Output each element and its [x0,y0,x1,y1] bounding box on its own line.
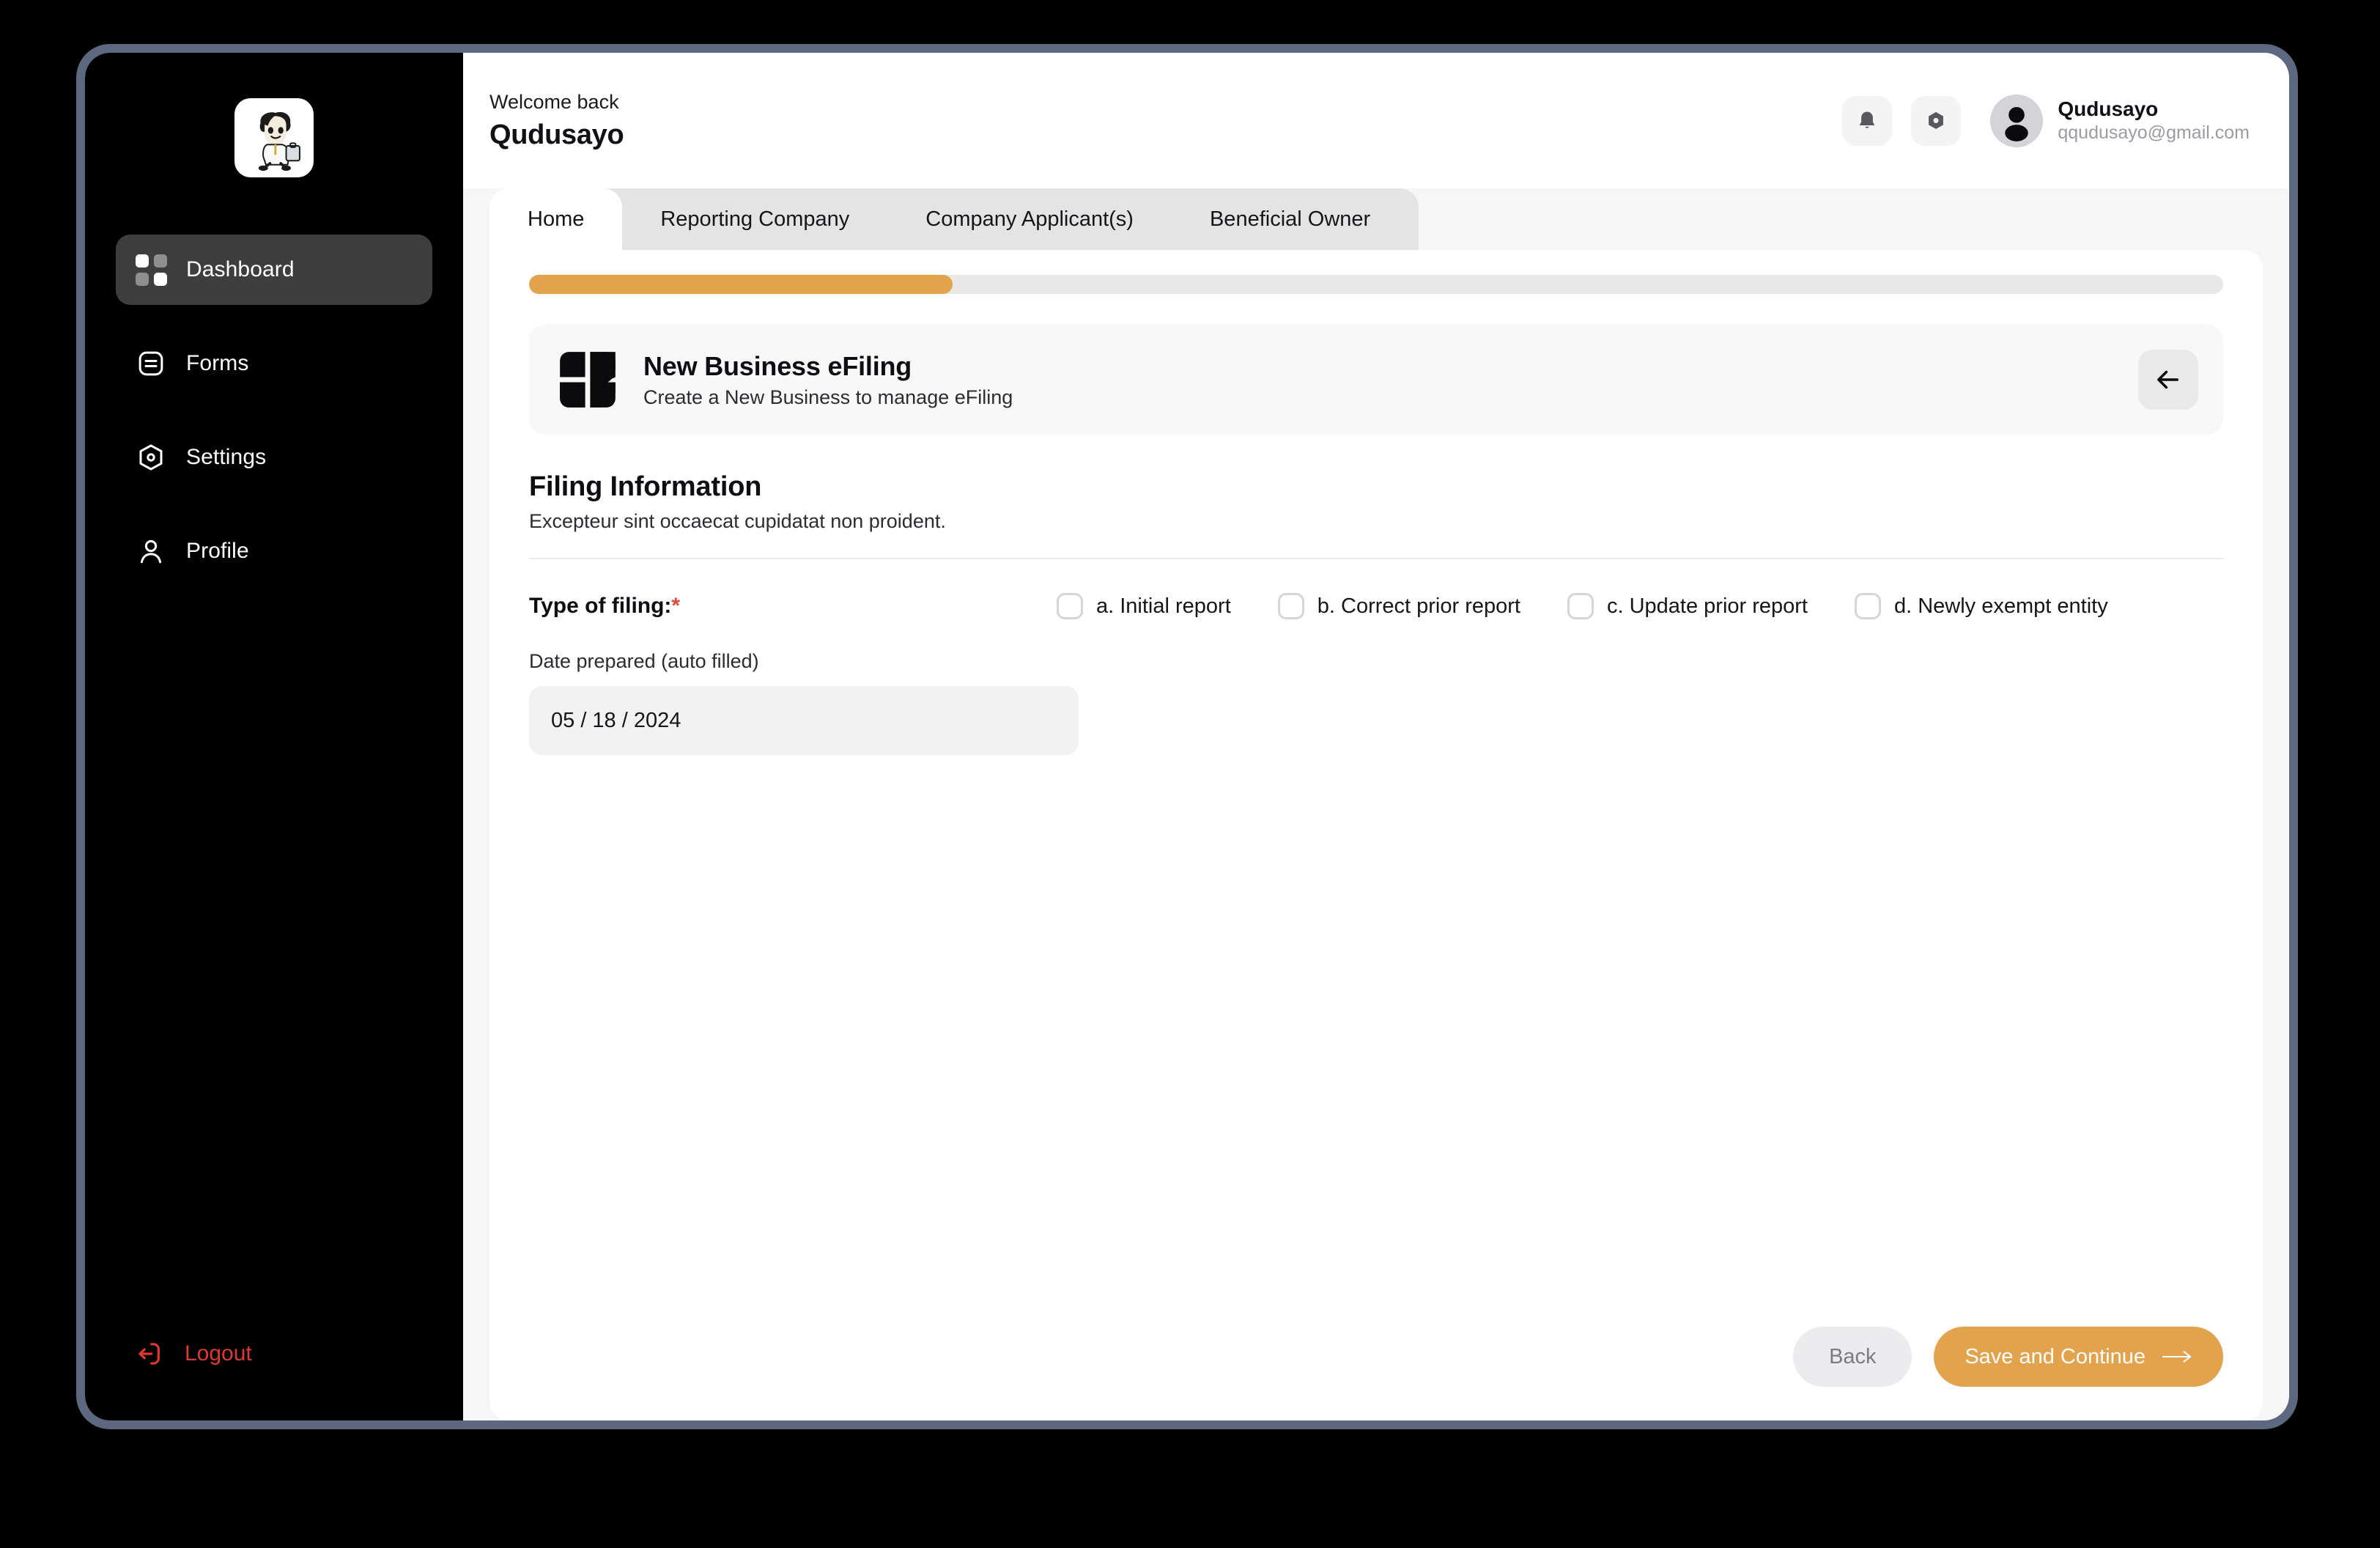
notifications-button[interactable] [1842,95,1893,146]
welcome-label: Welcome back [489,90,619,113]
card-actions: Back Save and Continue [529,1327,2223,1387]
avatar [1990,94,2044,147]
tab-home-label: Home [528,207,585,231]
checkbox-box[interactable] [1057,593,1083,619]
tab-reporting-company[interactable]: Reporting Company [622,188,887,250]
account-name: Qudusayo [2058,97,2159,121]
filing-type-options: a. Initial report b. Correct prior repor… [1057,593,2223,619]
banner-subtitle: Create a New Business to manage eFiling [643,386,1013,408]
main-area: Welcome back Qudusayo Qudusayo qqudusayo… [463,53,2289,1420]
tab-company-applicants-label: Company Applicant(s) [925,207,1134,231]
checkbox-initial-report[interactable]: a. Initial report [1057,593,1231,619]
sidebar-item-profile[interactable]: Profile [116,516,432,586]
date-prepared-input[interactable]: 05 / 18 / 2024 [529,686,1079,755]
arrow-left-icon [2157,370,2178,389]
save-and-continue-button[interactable]: Save and Continue [1934,1327,2223,1387]
section-title: Filing Information [529,471,762,502]
user-avatar-icon [1990,94,2044,147]
checkbox-label: b. Correct prior report [1317,594,1520,618]
tab-reporting-company-label: Reporting Company [660,207,850,231]
person-icon [135,535,167,567]
filing-type-label: Type of filing:* [529,594,1057,619]
checkbox-label: c. Update prior report [1606,594,1808,618]
progress-bar-fill [529,275,953,294]
back-button[interactable]: Back [1793,1327,1912,1387]
date-prepared-value: 05 / 18 / 2024 [551,708,681,732]
tab-beneficial-owner[interactable]: Beneficial Owner [1172,188,1408,250]
required-asterisk: * [671,594,681,618]
grid-dashboard-icon [135,254,167,286]
sidebar-item-label-settings: Settings [186,445,267,469]
account-email: qqudusayo@gmail.com [2058,122,2250,144]
logout-label: Logout [185,1341,252,1365]
sidebar-item-forms[interactable]: Forms [116,328,432,399]
banner-title: New Business eFiling [643,350,912,381]
arrow-right-icon [2162,1351,2192,1363]
bell-icon [1860,111,1875,128]
topbar: Welcome back Qudusayo Qudusayo qqudusayo… [463,53,2289,188]
hexagon-gear-icon [1929,111,1944,129]
checkbox-box[interactable] [1567,593,1594,619]
logout-arrow-icon [138,1343,160,1365]
sidebar-item-label-profile: Profile [186,539,249,563]
sidebar-item-label-dashboard: Dashboard [186,257,295,281]
filing-type-label-text: Type of filing: [529,594,672,618]
save-and-continue-label: Save and Continue [1965,1344,2146,1368]
section-subtitle: Excepteur sint occaecat cupidatat non pr… [529,510,946,532]
checkbox-label: a. Initial report [1096,594,1231,618]
filing-type-row: Type of filing:* a. Initial report b. Co… [529,593,2223,619]
account-text: Qudusayo qqudusayo@gmail.com [2058,96,2250,144]
welcome-block: Welcome back Qudusayo [489,91,624,151]
tab-company-applicants[interactable]: Company Applicant(s) [887,188,1172,250]
tab-beneficial-owner-label: Beneficial Owner [1209,207,1371,231]
banner-back-button[interactable] [2138,350,2198,410]
checkbox-box[interactable] [1854,593,1881,619]
sidebar-nav: Dashboard Forms Settings Profile [85,235,463,610]
date-prepared-field: Date prepared (auto filled) 05 / 18 / 20… [529,650,2223,755]
filing-card: New Business eFiling Create a New Busine… [489,250,2263,1420]
checkbox-newly-exempt-entity[interactable]: d. Newly exempt entity [1854,593,2108,619]
progress-bar [529,275,2223,294]
section-header: Filing Information Excepteur sint occaec… [529,471,2223,533]
sidebar-item-dashboard[interactable]: Dashboard [116,235,432,305]
document-lines-icon [135,347,167,380]
hexagon-gear-icon [135,441,167,473]
date-prepared-label: Date prepared (auto filled) [529,650,759,672]
checkbox-box[interactable] [1277,593,1304,619]
account-menu[interactable]: Qudusayo qqudusayo@gmail.com [1990,94,2250,147]
settings-button[interactable] [1911,95,1962,146]
checkbox-correct-prior-report[interactable]: b. Correct prior report [1277,593,1520,619]
card-spacer [529,755,2223,1327]
divider [529,558,2223,559]
app-window: Dashboard Forms Settings Profile Logout … [85,53,2289,1420]
page-title: Qudusayo [489,119,624,150]
sidebar: Dashboard Forms Settings Profile Logout [85,53,463,1420]
banner-text: New Business eFiling Create a New Busine… [643,351,1013,409]
mascot-avatar-logo-icon [258,111,300,172]
topbar-actions: Qudusayo qqudusayo@gmail.com [1842,94,2250,147]
logout-button[interactable]: Logout [116,1338,271,1369]
sidebar-item-label-forms: Forms [186,351,249,375]
four-petal-logo-mark-icon [554,346,621,413]
tab-home[interactable]: Home [489,188,623,250]
efiling-banner: New Business eFiling Create a New Busine… [529,325,2223,435]
brand-logo [234,98,314,177]
sidebar-item-settings[interactable]: Settings [116,422,432,493]
checkbox-update-prior-report[interactable]: c. Update prior report [1567,593,1808,619]
checkbox-label: d. Newly exempt entity [1893,594,2108,618]
device-frame: Dashboard Forms Settings Profile Logout … [76,44,2298,1429]
tabs-bar: Home Reporting Company Company Applicant… [463,188,2289,250]
